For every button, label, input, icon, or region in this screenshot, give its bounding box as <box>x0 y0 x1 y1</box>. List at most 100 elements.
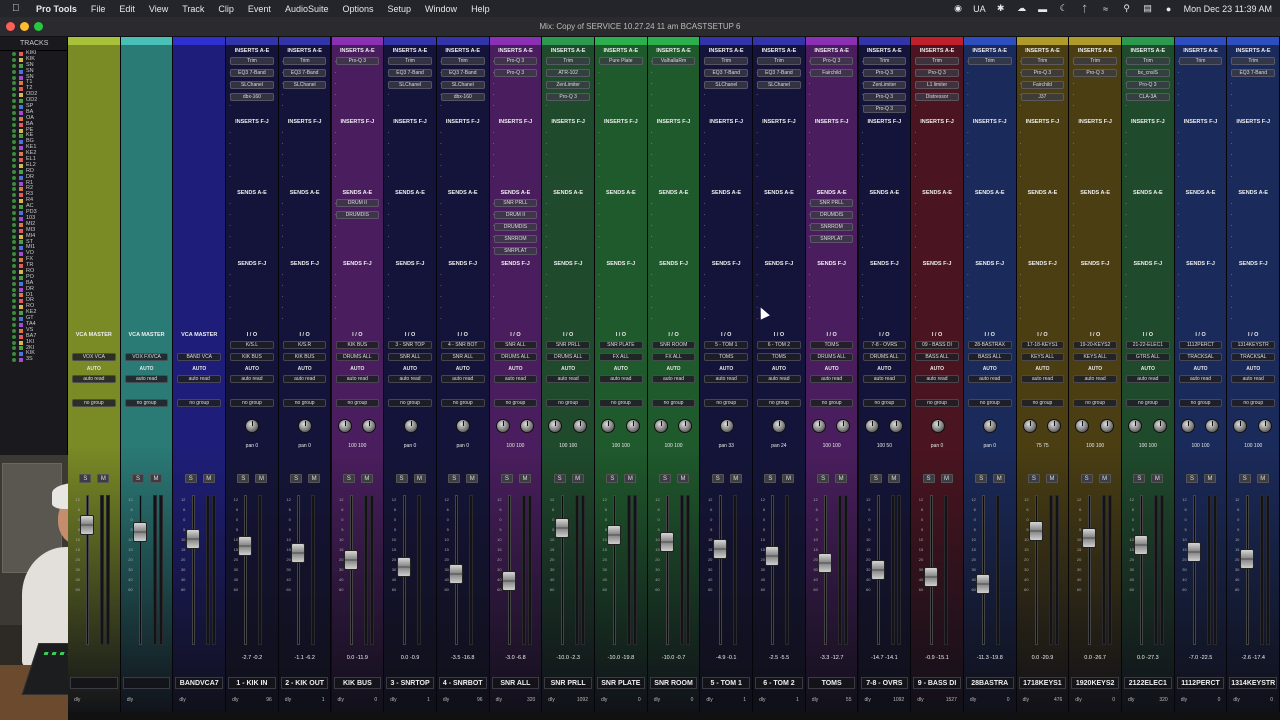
empty-slot[interactable]: · <box>440 162 443 171</box>
empty-slot[interactable]: · <box>1072 102 1075 111</box>
mute-button[interactable]: M <box>624 474 637 483</box>
empty-slot[interactable]: · <box>1125 315 1128 324</box>
track-active-icon[interactable] <box>12 287 16 292</box>
empty-slot[interactable]: · <box>967 91 970 100</box>
empty-slot[interactable]: · <box>493 173 496 182</box>
track-active-icon[interactable] <box>12 163 16 168</box>
input-selector[interactable]: 28-BASTRAX <box>967 341 1012 349</box>
empty-slot[interactable]: · <box>703 91 706 100</box>
fader-track[interactable] <box>771 495 775 645</box>
insert-slot[interactable]: EQ3 7-Band <box>230 69 274 77</box>
empty-slot[interactable]: · <box>493 162 496 171</box>
track-active-icon[interactable] <box>12 299 16 304</box>
empty-slot[interactable]: · <box>914 244 917 253</box>
group-selector[interactable]: no group <box>1126 399 1170 407</box>
insert-slot[interactable]: ATR-102 <box>546 69 590 77</box>
empty-slot[interactable]: · <box>703 271 706 280</box>
track-active-icon[interactable] <box>12 69 16 74</box>
empty-slot[interactable]: · <box>545 282 548 291</box>
pan-knob[interactable] <box>456 419 471 433</box>
automation-mode-selector[interactable]: auto read <box>704 375 749 383</box>
empty-slot[interactable]: · <box>1020 102 1023 111</box>
solo-button[interactable]: S <box>975 474 988 483</box>
empty-slot[interactable]: · <box>1230 282 1233 291</box>
empty-slot[interactable]: · <box>440 315 443 324</box>
empty-slot[interactable]: · <box>703 293 706 302</box>
volume-fader[interactable] <box>712 539 727 559</box>
insert-slot[interactable]: EQ3 7-Band <box>388 69 432 77</box>
insert-slot[interactable]: Pro-Q 3 <box>1073 69 1117 77</box>
solo-button[interactable]: S <box>79 474 92 483</box>
automation-mode-selector[interactable]: auto read <box>915 375 959 383</box>
output-selector[interactable]: DRUMS ALL <box>809 353 854 361</box>
track-active-icon[interactable] <box>12 246 16 251</box>
fader-track[interactable] <box>139 495 143 645</box>
group-selector[interactable]: no group <box>124 399 169 407</box>
empty-slot[interactable]: · <box>387 173 390 182</box>
empty-slot[interactable]: · <box>335 282 338 291</box>
empty-slot[interactable]: · <box>809 102 812 111</box>
empty-slot[interactable]: · <box>598 293 601 302</box>
output-selector[interactable]: SNR ALL <box>388 353 432 361</box>
empty-slot[interactable]: · <box>598 102 601 111</box>
menu-options[interactable]: Options <box>342 4 373 14</box>
track-color-bar[interactable] <box>911 37 963 45</box>
pan-knob-right[interactable] <box>362 419 377 433</box>
group-selector[interactable]: no group <box>1231 399 1276 407</box>
track-active-icon[interactable] <box>12 116 16 121</box>
empty-slot[interactable]: · <box>282 271 285 280</box>
empty-slot[interactable]: · <box>1178 173 1181 182</box>
insert-slot[interactable]: Trim <box>704 57 749 65</box>
mute-button[interactable]: M <box>202 474 215 483</box>
empty-slot[interactable]: · <box>335 91 338 100</box>
track-active-icon[interactable] <box>12 63 16 68</box>
output-selector[interactable]: VOX VCA <box>72 353 116 361</box>
track-name[interactable]: SNR PRLL <box>544 677 592 689</box>
empty-slot[interactable]: · <box>1072 129 1075 138</box>
empty-slot[interactable]: · <box>545 151 548 160</box>
empty-slot[interactable]: · <box>1125 304 1128 313</box>
empty-slot[interactable]: · <box>545 173 548 182</box>
track-active-icon[interactable] <box>12 93 16 98</box>
empty-slot[interactable]: · <box>1020 304 1023 313</box>
insert-slot[interactable]: EQ3 7-Band <box>440 69 485 77</box>
empty-slot[interactable]: · <box>703 211 706 220</box>
insert-slot[interactable]: L1 limiter <box>915 81 959 89</box>
empty-slot[interactable]: · <box>809 293 812 302</box>
insert-slot[interactable]: bx_cnslS <box>1126 69 1170 77</box>
empty-slot[interactable]: · <box>914 140 917 149</box>
empty-slot[interactable]: · <box>493 80 496 89</box>
track-name[interactable]: BANDVCA7 <box>175 677 224 689</box>
track-color-bar[interactable] <box>120 37 173 45</box>
empty-slot[interactable]: · <box>335 173 338 182</box>
insert-slot[interactable]: Trim <box>282 57 327 65</box>
mute-button[interactable]: M <box>97 474 110 483</box>
empty-slot[interactable]: · <box>335 162 338 171</box>
track-color-bar[interactable] <box>700 37 753 45</box>
insert-slot[interactable]: Trim <box>1178 57 1223 65</box>
pan-knob-right[interactable] <box>520 419 535 433</box>
track-name[interactable] <box>122 677 171 689</box>
empty-slot[interactable]: · <box>1125 293 1128 302</box>
empty-slot[interactable]: · <box>862 233 865 242</box>
empty-slot[interactable]: · <box>1230 222 1233 231</box>
insert-slot[interactable]: SLChanel <box>388 81 432 89</box>
empty-slot[interactable]: · <box>1125 129 1128 138</box>
mute-button[interactable]: M <box>729 474 742 483</box>
insert-slot[interactable]: Pro-Q 3 <box>862 105 907 113</box>
gear-icon[interactable]: ✱ <box>995 3 1007 14</box>
empty-slot[interactable]: · <box>335 151 338 160</box>
track-active-icon[interactable] <box>12 281 16 286</box>
empty-slot[interactable]: · <box>387 304 390 313</box>
input-selector[interactable]: 21-22-ELEC1 <box>1126 341 1170 349</box>
pan-knob[interactable] <box>337 419 352 433</box>
track-name[interactable]: 5 - TOM 1 <box>702 677 751 689</box>
output-selector[interactable]: DRUMS ALL <box>862 353 907 361</box>
empty-slot[interactable]: · <box>1072 200 1075 209</box>
empty-slot[interactable]: · <box>598 282 601 291</box>
insert-slot[interactable]: Pro-Q 3 <box>862 93 907 101</box>
track-color-bar[interactable] <box>68 37 120 45</box>
empty-slot[interactable]: · <box>756 244 759 253</box>
empty-slot[interactable]: · <box>703 304 706 313</box>
empty-slot[interactable]: · <box>862 222 865 231</box>
